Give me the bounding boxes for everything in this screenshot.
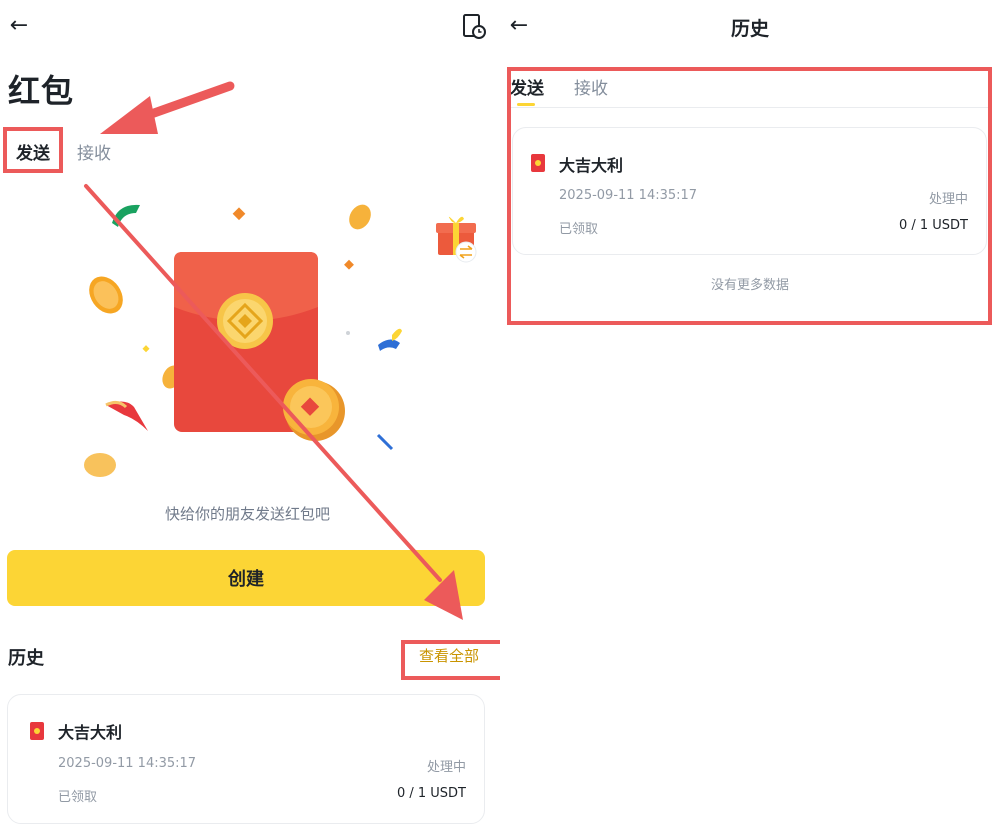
record-amount: 0 / 1 USDT <box>396 786 466 801</box>
confetti-yellow-ribbon <box>392 328 402 341</box>
annotation-box-history-list <box>507 67 992 325</box>
arrow-left-icon: ← <box>9 12 29 38</box>
history-record-card[interactable]: 大吉大利 2025-09-11 14:35:17 处理中 已领取 0 / 1 U… <box>7 694 485 824</box>
history-button[interactable] <box>462 12 488 40</box>
record-title: 大吉大利 <box>58 723 123 742</box>
gift-icon <box>436 216 477 263</box>
coin-bottom-icon <box>84 453 116 477</box>
page-title: 历史 <box>730 18 769 40</box>
record-status: 处理中 <box>426 760 466 775</box>
tab-receive[interactable]: 接收 <box>77 139 111 164</box>
history-screen: ← 历史 发送 接收 大吉大利 2025-09-11 14:35:17 处理中 … <box>500 0 1000 835</box>
confetti-orange-small <box>344 259 354 270</box>
page-title: 红包 <box>8 72 75 110</box>
annotation-box-view-all <box>401 640 500 680</box>
record-datetime: 2025-09-11 14:35:17 <box>58 756 197 771</box>
back-button[interactable]: ← <box>4 10 34 40</box>
confetti-blue-line <box>376 433 394 451</box>
confetti-green <box>112 204 140 227</box>
annotation-box-send-tab <box>3 127 63 173</box>
record-claimed-label: 已领取 <box>58 790 98 805</box>
coin-small-icon <box>349 204 371 230</box>
create-button[interactable]: 创建 <box>7 550 485 606</box>
red-packet-illustration <box>84 204 477 477</box>
red-packet-screen: ← 红包 发送 接收 快给你的朋友发送红包吧 创建 历史 查看全部 大吉大利 2… <box>0 0 500 835</box>
confetti-red-ribbon <box>106 401 148 431</box>
confetti-blue <box>378 339 400 351</box>
confetti-orange <box>232 207 246 221</box>
history-clock-icon <box>463 14 486 39</box>
confetti-dot <box>346 331 350 335</box>
history-section-title: 历史 <box>8 648 44 669</box>
confetti-yellow <box>142 345 150 353</box>
send-hint-text: 快给你的朋友发送红包吧 <box>164 505 330 523</box>
red-envelope-icon <box>30 722 44 740</box>
